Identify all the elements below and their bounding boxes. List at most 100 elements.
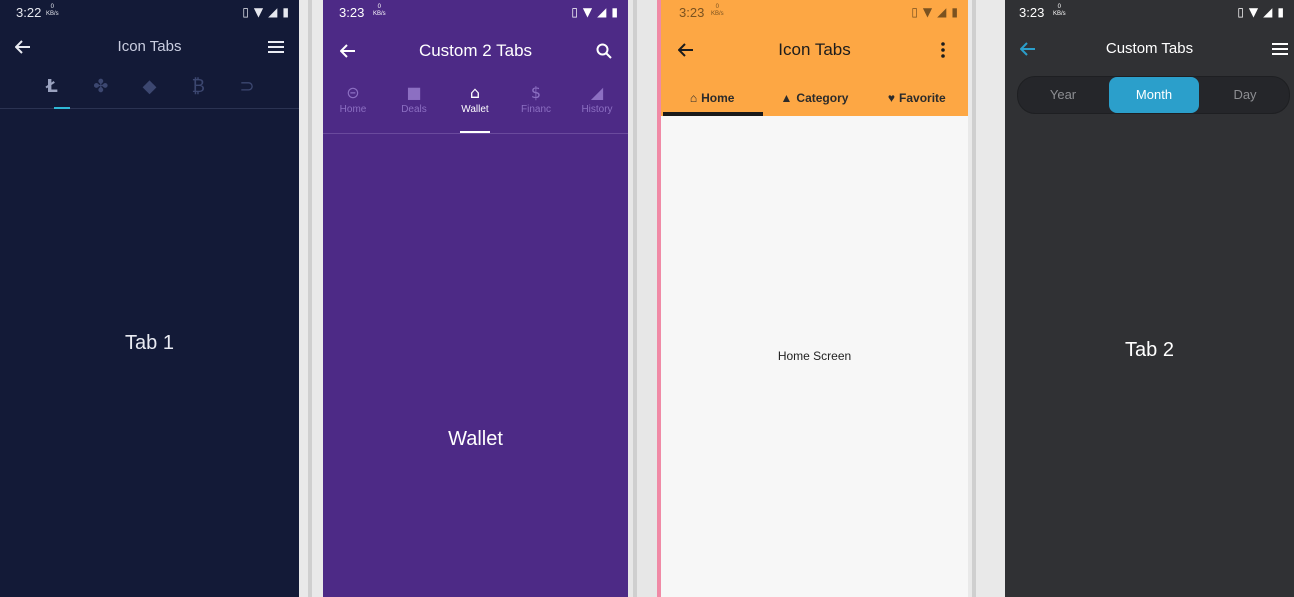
status-icons: ▯ ▼ ◢ ▮ bbox=[571, 5, 618, 19]
arrow-left-icon bbox=[15, 40, 30, 54]
segmented-tabs: Year Month Day bbox=[1017, 76, 1290, 114]
tab-ethereum[interactable]: ◆ bbox=[128, 76, 172, 110]
heart-icon: ♥ bbox=[887, 91, 896, 105]
network-speed: 0 KB/s bbox=[1053, 4, 1066, 18]
tab-content: Tab 2 bbox=[1125, 339, 1174, 361]
more-options-button[interactable] bbox=[933, 39, 953, 61]
divider-strip bbox=[972, 0, 976, 597]
tab-favorite[interactable]: ♥ Favorite bbox=[866, 80, 968, 116]
network-speed-unit: KB/s bbox=[1053, 11, 1066, 17]
tab-divider bbox=[0, 108, 299, 109]
tab-home[interactable]: ⌂ Home bbox=[661, 80, 763, 116]
ethereum-icon: ◆ bbox=[142, 76, 157, 97]
tab-indicator bbox=[54, 107, 70, 109]
battery-icon: ▮ bbox=[951, 5, 958, 19]
tab-indicator bbox=[460, 131, 490, 133]
more-vert-icon bbox=[941, 42, 945, 58]
network-speed-value: 0 bbox=[377, 4, 381, 10]
tab-content: Home Screen bbox=[777, 349, 852, 363]
tab-history[interactable]: ◢ History bbox=[567, 82, 627, 115]
network-speed-value: 0 bbox=[1057, 4, 1061, 10]
back-button[interactable] bbox=[10, 36, 36, 58]
vibrate-icon: ▯ bbox=[1237, 5, 1244, 19]
tab-litecoin[interactable]: Ł bbox=[30, 76, 74, 110]
status-time: 3:23 bbox=[339, 5, 365, 20]
category-icon: ▲ bbox=[780, 91, 793, 105]
tab-finance[interactable]: $ Financ bbox=[511, 82, 561, 115]
phone-icon-tabs-dark: 3:22 0 KB/s ▯ ▼ ◢ ▮ Icon Tabs Ł ✤ ◆ ₿ ⊃ T… bbox=[0, 0, 299, 597]
menu-icon bbox=[1272, 43, 1288, 55]
signal-icon: ◢ bbox=[597, 5, 607, 19]
tab-label: History bbox=[581, 104, 613, 115]
battery-icon: ▮ bbox=[1277, 5, 1284, 19]
signal-icon: ◢ bbox=[268, 5, 278, 19]
menu-icon bbox=[268, 41, 284, 53]
back-button[interactable] bbox=[335, 40, 361, 62]
tab-bar: ⊝ Home ■ Deals ⌂ Wallet $ Financ ◢ Histo… bbox=[323, 82, 628, 134]
tab-label: Home bbox=[701, 91, 735, 105]
ripple-icon: ✤ bbox=[93, 76, 109, 97]
status-time: 3:23 bbox=[679, 5, 705, 20]
tab-indicator bbox=[663, 112, 763, 116]
divider-strip bbox=[308, 0, 312, 597]
minus-circle-icon: ⊝ bbox=[346, 83, 360, 102]
signal-icon: ◢ bbox=[590, 83, 604, 102]
status-time: 3:23 bbox=[1019, 5, 1045, 20]
network-speed: 0 KB/s bbox=[373, 4, 386, 18]
tab-bar: ⌂ Home ▲ Category ♥ Favorite bbox=[661, 80, 968, 116]
tab-bitcoin[interactable]: ₿ bbox=[176, 76, 220, 110]
arrow-left-icon bbox=[1020, 42, 1035, 56]
back-button[interactable] bbox=[673, 39, 699, 61]
wifi-icon: ▼ bbox=[1248, 5, 1259, 19]
network-speed: 0 KB/s bbox=[46, 4, 59, 18]
phone-custom-tabs: 3:23 0 KB/s ▯ ▼ ◢ ▮ Custom Tabs Year Mont… bbox=[1005, 0, 1294, 597]
search-button[interactable] bbox=[591, 40, 617, 62]
icon-tab-bar: Ł ✤ ◆ ₿ ⊃ bbox=[30, 76, 269, 110]
page-title: Custom 2 Tabs bbox=[418, 41, 533, 60]
dollar-circle-icon: $ bbox=[530, 83, 542, 102]
network-speed-value: 0 bbox=[50, 4, 54, 10]
segment-month[interactable]: Month bbox=[1109, 77, 1199, 113]
bitcoin-icon: ₿ bbox=[191, 76, 205, 97]
network-speed-value: 0 bbox=[715, 4, 719, 10]
briefcase-icon: ■ bbox=[406, 83, 422, 102]
tab-content: Tab 1 bbox=[125, 332, 174, 354]
phone-custom-2-tabs: 3:23 0 KB/s ▯ ▼ ◢ ▮ Custom 2 Tabs ⊝ Home … bbox=[323, 0, 628, 597]
page-title: Custom Tabs bbox=[1105, 40, 1194, 57]
segment-year[interactable]: Year bbox=[1018, 77, 1108, 113]
status-icons: ▯ ▼ ◢ ▮ bbox=[911, 5, 958, 19]
network-speed: 0 KB/s bbox=[711, 4, 724, 18]
wifi-icon: ▼ bbox=[922, 5, 933, 19]
battery-icon: ▮ bbox=[611, 5, 618, 19]
menu-button[interactable] bbox=[262, 36, 290, 58]
vibrate-icon: ▯ bbox=[242, 5, 249, 19]
tab-label: Category bbox=[796, 91, 849, 105]
tab-dash[interactable]: ⊃ bbox=[225, 76, 269, 110]
back-button[interactable] bbox=[1015, 38, 1041, 60]
network-speed-unit: KB/s bbox=[373, 11, 386, 17]
phone-icon-tabs-light: 3:23 0 KB/s ▯ ▼ ◢ ▮ Icon Tabs ⌂ Home ▲ Ca… bbox=[661, 0, 968, 597]
tab-deals[interactable]: ■ Deals bbox=[384, 82, 444, 115]
tab-label: Favorite bbox=[899, 91, 946, 105]
battery-icon: ▮ bbox=[282, 5, 289, 19]
signal-icon: ◢ bbox=[937, 5, 947, 19]
tab-category[interactable]: ▲ Category bbox=[763, 80, 865, 116]
tab-label: Deals bbox=[401, 104, 427, 115]
tab-label: Financ bbox=[520, 104, 551, 115]
tab-wallet[interactable]: ⌂ Wallet bbox=[445, 82, 505, 115]
status-bar: 3:23 0 KB/s ▯ ▼ ◢ ▮ bbox=[323, 0, 628, 26]
vibrate-icon: ▯ bbox=[571, 5, 578, 19]
page-title: Icon Tabs bbox=[778, 40, 851, 59]
tab-divider bbox=[323, 133, 628, 134]
search-icon bbox=[596, 43, 612, 59]
status-time: 3:22 bbox=[16, 5, 42, 20]
tab-label: Wallet bbox=[461, 104, 489, 115]
wifi-icon: ▼ bbox=[582, 5, 593, 19]
tab-ripple[interactable]: ✤ bbox=[79, 76, 123, 110]
tab-home[interactable]: ⊝ Home bbox=[323, 82, 383, 115]
menu-button[interactable] bbox=[1267, 38, 1293, 60]
vibrate-icon: ▯ bbox=[911, 5, 918, 19]
wifi-icon: ▼ bbox=[253, 5, 264, 19]
status-bar: 3:23 0 KB/s ▯ ▼ ◢ ▮ bbox=[661, 0, 968, 26]
segment-day[interactable]: Day bbox=[1200, 77, 1290, 113]
